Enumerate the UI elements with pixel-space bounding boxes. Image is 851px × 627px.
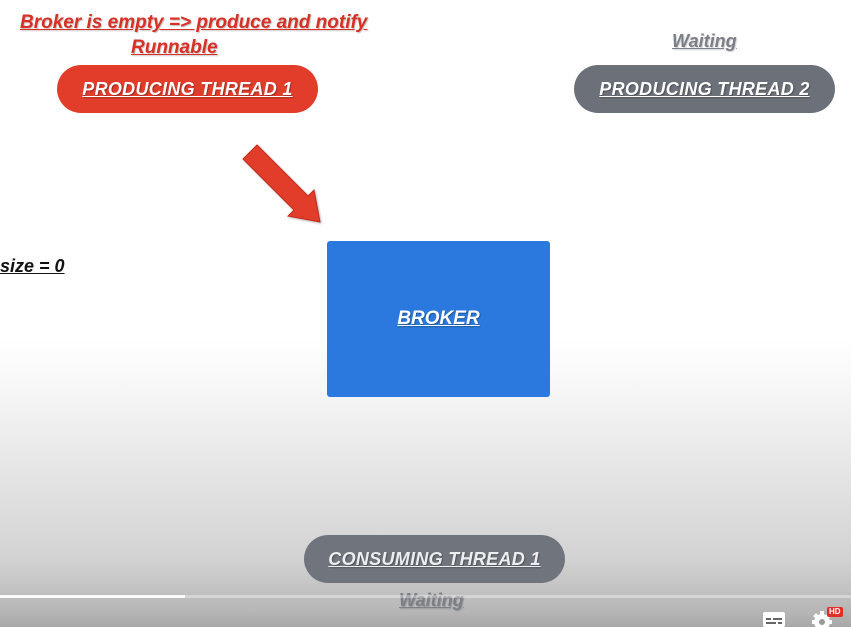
video-progress-fill xyxy=(0,595,185,598)
consumer1-state: Waiting xyxy=(399,590,464,610)
video-progress-bar[interactable] xyxy=(0,595,851,598)
subtitles-icon[interactable] xyxy=(762,608,786,627)
producing-thread-1: PRODUCING THREAD 1 xyxy=(57,65,318,113)
broker-label: BROKER xyxy=(397,308,480,329)
hd-badge: HD xyxy=(827,607,843,617)
broker-box: BROKER xyxy=(327,241,550,397)
status-line: Broker is empty => produce and notify xyxy=(20,12,368,33)
broker-size-label: size = 0 xyxy=(0,256,65,276)
consuming-thread-1: CONSUMING THREAD 1 xyxy=(304,535,565,583)
producing-thread-2: PRODUCING THREAD 2 xyxy=(574,65,835,113)
video-frame: Broker is empty => produce and notify Ru… xyxy=(0,0,851,627)
producer1-state: Runnable xyxy=(131,37,218,58)
arrow-icon xyxy=(242,144,321,223)
producer2-state: Waiting xyxy=(672,31,737,51)
